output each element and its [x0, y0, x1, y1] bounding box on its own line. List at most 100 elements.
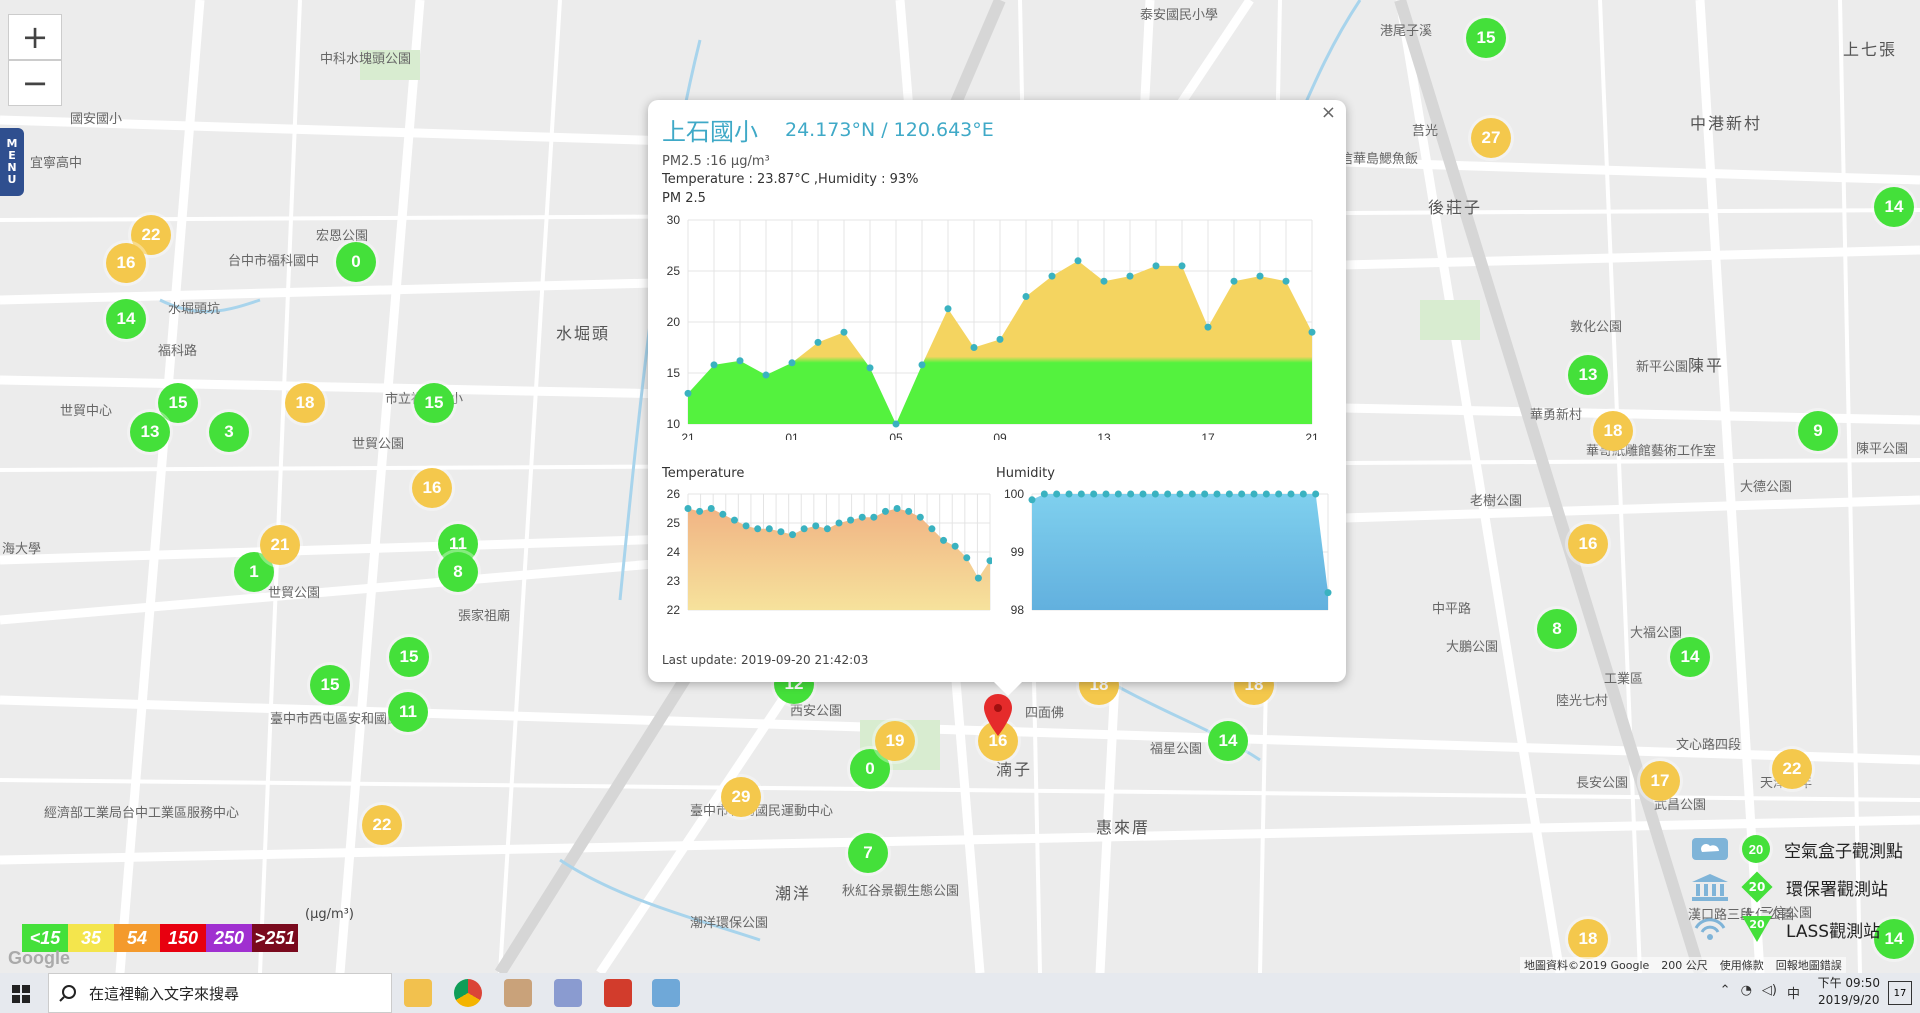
data-point [918, 361, 926, 369]
map-place-label: 福科路 [158, 344, 198, 359]
air-station-marker[interactable]: 16 [412, 468, 452, 508]
chevron-up-icon[interactable]: ⌃ [1720, 983, 1731, 1002]
air-station-marker[interactable]: 19 [875, 721, 915, 761]
air-station-marker[interactable]: 14 [1874, 187, 1914, 227]
wifi-sensor-icon [1694, 918, 1726, 940]
map-place-label: 惠來厝 [1096, 818, 1151, 837]
pm25-chart: 10 15 20 25 30 21 01 05 09 13 17 21 [667, 213, 1319, 440]
x-tick-label: 17 [1201, 431, 1215, 440]
map-place-label: 大鵬公園 [1446, 640, 1499, 655]
y-tick-label: 30 [667, 213, 681, 227]
map-place-label: 水堀頭坑 [168, 302, 221, 317]
legend-badge-value: 20 [1749, 918, 1765, 931]
y-tick-label: 100 [1004, 487, 1024, 501]
data-point [742, 522, 750, 530]
air-station-marker[interactable]: 14 [1208, 721, 1248, 761]
air-station-marker[interactable]: 18 [1593, 411, 1633, 451]
air-station-marker[interactable]: 8 [438, 552, 478, 592]
air-station-marker[interactable]: 0 [336, 242, 376, 282]
air-station-marker[interactable]: 16 [106, 243, 146, 283]
zoom-in-button[interactable]: + [8, 14, 62, 60]
map-place-label: 上七張 [1843, 40, 1898, 59]
volume-icon[interactable]: ◁) [1762, 983, 1777, 1002]
map-canvas[interactable]: 中科水塊頭公園 泰安國民小學 國安國小 宜寧高中 宏恩公園 台中市福科國中 水堀頭 水堀頭坑福… [0, 0, 1920, 973]
x-tick-label: 13 [1097, 431, 1111, 440]
air-station-marker[interactable]: 27 [1471, 118, 1511, 158]
humidity-chart-label: Humidity [996, 466, 1055, 481]
y-tick-label: 10 [667, 417, 681, 431]
data-point [1164, 490, 1172, 498]
scale-level: 35 [68, 924, 114, 952]
air-station-marker[interactable]: 17 [1640, 761, 1680, 801]
app-icon[interactable] [504, 979, 532, 1007]
chrome-icon[interactable] [454, 979, 482, 1007]
air-station-marker[interactable]: 8 [1537, 609, 1577, 649]
scale-level: 150 [160, 924, 206, 952]
data-point [892, 420, 900, 428]
air-station-marker[interactable]: 13 [1568, 355, 1608, 395]
zoom-out-button[interactable]: − [8, 60, 62, 106]
google-logo: Google [8, 948, 70, 968]
app-icon[interactable] [604, 979, 632, 1007]
data-point [1178, 262, 1186, 270]
map-place-label: 中港新村 [1690, 114, 1763, 133]
network-icon[interactable]: ◔ [1741, 983, 1752, 1002]
paint-icon[interactable] [554, 979, 582, 1007]
air-station-marker[interactable]: 14 [106, 299, 146, 339]
map-place-label: 陳平公園 [1856, 442, 1909, 457]
y-tick-label: 15 [667, 366, 681, 380]
map-place-label: 陸光七村 [1556, 694, 1609, 709]
legend-epa: 20 環保署觀測站 [1690, 871, 1888, 903]
notepad-icon[interactable] [652, 979, 680, 1007]
data-point [1102, 490, 1110, 498]
y-tick-label: 98 [1011, 603, 1025, 617]
taskbar-clock[interactable]: 下午 09:50 2019/9/20 [1818, 975, 1880, 1009]
map-place-label: 中平路 [1432, 602, 1472, 617]
air-station-marker[interactable]: 15 [1466, 18, 1506, 58]
legend-label: LASS觀測站 [1786, 921, 1881, 942]
ime-indicator[interactable]: 中 [1787, 983, 1800, 1002]
air-station-marker[interactable]: 9 [1798, 411, 1838, 451]
menu-button[interactable]: M E N U [0, 128, 24, 196]
air-station-marker[interactable]: 15 [389, 637, 429, 677]
data-point [840, 328, 848, 336]
air-station-marker[interactable]: 18 [1568, 919, 1608, 959]
terms-link[interactable]: 使用條款 [1720, 957, 1764, 973]
air-station-marker[interactable]: 11 [388, 692, 428, 732]
air-station-marker[interactable]: 29 [721, 777, 761, 817]
close-icon[interactable]: × [1321, 102, 1336, 123]
data-point [893, 505, 901, 512]
data-point [1040, 490, 1048, 498]
air-station-marker[interactable]: 13 [130, 412, 170, 452]
taskbar-search-box[interactable]: 在這裡輸入文字來搜尋 [48, 973, 392, 1013]
air-station-marker[interactable]: 14 [1670, 637, 1710, 677]
location-pin-icon[interactable] [984, 694, 1012, 736]
air-station-marker[interactable]: 15 [414, 383, 454, 423]
data-point [940, 536, 948, 544]
report-error-link[interactable]: 回報地圖錯誤 [1776, 957, 1842, 973]
file-explorer-icon[interactable] [404, 979, 432, 1007]
y-tick-label: 26 [667, 487, 681, 501]
data-point [1201, 490, 1209, 498]
air-station-marker[interactable]: 15 [310, 665, 350, 705]
windows-start-icon[interactable] [12, 985, 30, 1003]
air-station-marker[interactable]: 21 [260, 525, 300, 565]
air-station-marker[interactable]: 3 [209, 412, 249, 452]
station-name: 上石國小 [662, 118, 758, 146]
air-station-marker[interactable]: 16 [1568, 524, 1608, 564]
data-point [814, 338, 822, 346]
y-tick-label: 20 [667, 315, 681, 329]
map-place-label: 大福公園 [1630, 626, 1683, 641]
map-place-label: 華勇新村 [1530, 408, 1583, 423]
x-tick-label: 05 [889, 431, 903, 440]
system-tray[interactable]: ⌃ ◔ ◁) 中 [1720, 983, 1800, 1002]
air-station-marker[interactable]: 7 [848, 833, 888, 873]
notification-icon[interactable]: 17 [1888, 981, 1912, 1005]
y-tick-label: 24 [667, 545, 681, 559]
data-point [944, 305, 952, 313]
data-point [1262, 490, 1270, 498]
air-station-marker[interactable]: 18 [285, 383, 325, 423]
air-station-marker[interactable]: 22 [362, 805, 402, 845]
map-place-label: 泰安國民小學 [1140, 8, 1219, 23]
air-station-marker[interactable]: 22 [1772, 749, 1812, 789]
